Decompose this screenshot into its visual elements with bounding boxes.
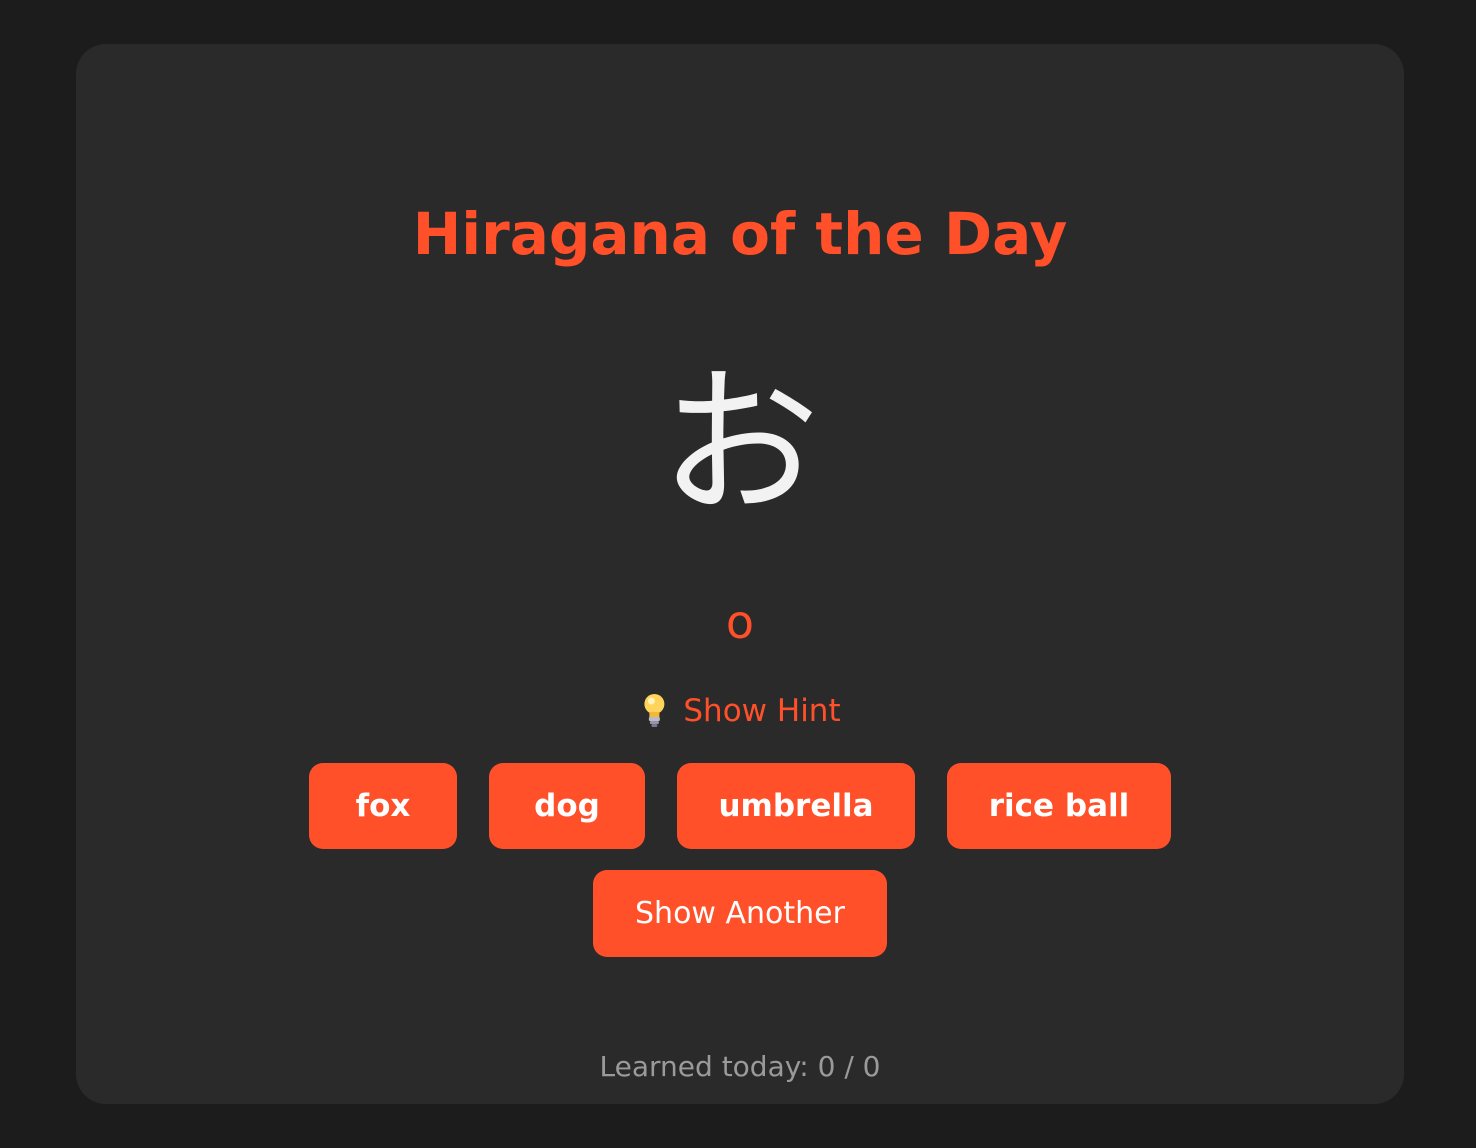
page-title: Hiragana of the Day: [412, 200, 1068, 268]
option-dog-button[interactable]: dog: [489, 763, 645, 849]
show-another-button[interactable]: Show Another: [593, 870, 887, 957]
hiragana-character: お: [659, 350, 820, 537]
option-umbrella-button[interactable]: umbrella: [677, 763, 915, 849]
lightbulb-icon: [639, 691, 669, 731]
show-hint-toggle[interactable]: Show Hint: [639, 688, 841, 734]
progress-counter: Learned today: 0 / 0: [599, 1050, 881, 1083]
option-rice-ball-button[interactable]: rice ball: [947, 763, 1171, 849]
show-hint-label: Show Hint: [683, 693, 841, 729]
option-fox-button[interactable]: fox: [309, 763, 457, 849]
answer-options: fox dog umbrella rice ball: [76, 763, 1404, 849]
romaji-reading: o: [725, 595, 755, 649]
